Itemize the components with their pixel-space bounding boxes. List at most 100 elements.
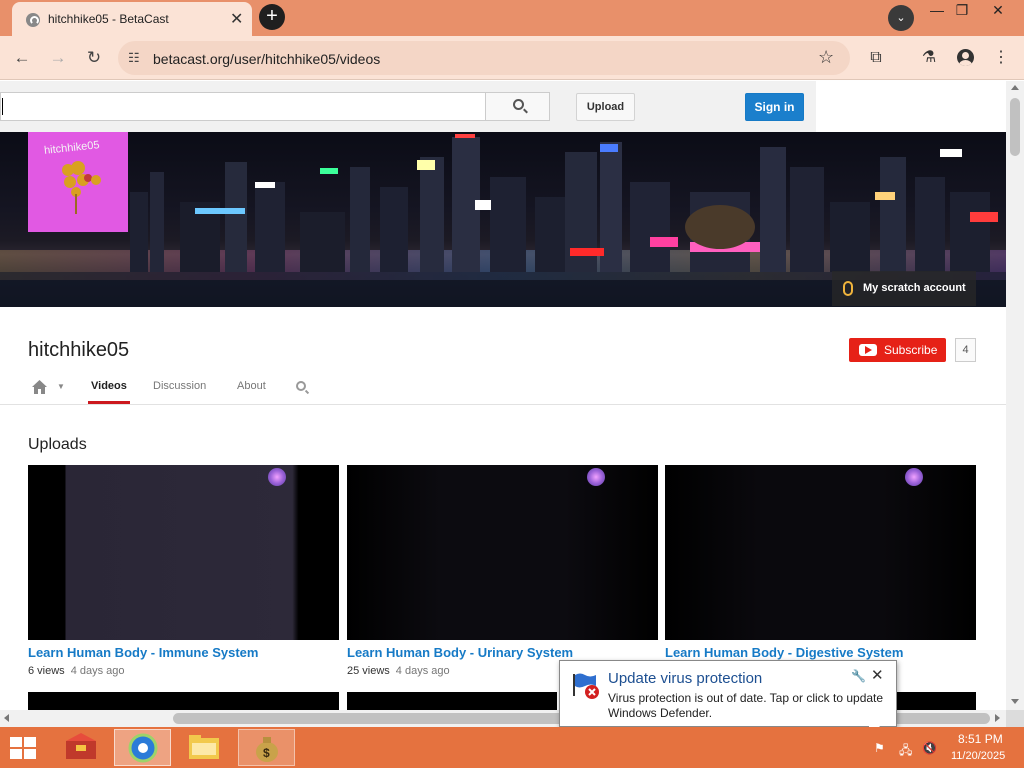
tab-discussion[interactable]: Discussion (153, 380, 206, 392)
video-meta: 25 views 4 days ago (347, 665, 450, 677)
profile-avatar-icon[interactable] (953, 46, 977, 70)
start-button[interactable] (10, 737, 38, 759)
home-icon (32, 380, 47, 394)
defender-notification[interactable]: Update virus protection Virus protection… (559, 660, 897, 741)
taskbar-app-browser[interactable] (114, 729, 171, 766)
browser-toolbar: ← → ↻ ☷ betacast.org/user/hitchhike05/vi… (0, 36, 1024, 80)
video-title-link[interactable]: Learn Human Body - Digestive System (665, 645, 903, 660)
network-icon[interactable]: 🖧 (899, 741, 913, 757)
tab-videos[interactable]: Videos (91, 380, 127, 392)
svg-text:$: $ (263, 746, 270, 760)
channel-search-icon[interactable] (296, 381, 306, 391)
text-caret (2, 98, 3, 115)
channel-title: hitchhike05 (28, 339, 130, 361)
scroll-left-arrow-icon[interactable] (4, 714, 9, 722)
video-thumbnail[interactable] (28, 465, 339, 640)
notification-body: Virus protection is out of date. Tap or … (608, 691, 884, 720)
reload-button[interactable]: ↻ (82, 46, 106, 70)
taskbar-app-file-explorer[interactable] (176, 729, 233, 766)
web-page: Upload Sign in hitchhike05 My scratch ac… (0, 81, 1006, 710)
search-button[interactable] (485, 92, 550, 121)
uploads-heading: Uploads (28, 436, 87, 453)
play-logo-icon (859, 344, 877, 356)
scratch-icon (843, 281, 853, 296)
scratch-link-label: My scratch account (863, 282, 966, 294)
vertical-scrollbar[interactable] (1006, 81, 1024, 710)
scrollbar-corner (1006, 710, 1024, 727)
taskbar: $ (0, 727, 1024, 768)
chevron-down-icon: ▼ (57, 382, 65, 391)
video-age: 4 days ago (70, 665, 125, 677)
action-center-flag-icon[interactable]: ⚑ (874, 741, 888, 755)
window-close-button[interactable]: ✕ (987, 2, 1009, 20)
browser-tab[interactable]: hitchhike05 - BetaCast ✕ (12, 2, 252, 36)
channel-tabs: ▼ Videos Discussion About (0, 367, 1006, 405)
video-title-link[interactable]: Learn Human Body - Immune System (28, 645, 258, 660)
volume-muted-icon[interactable]: 🔇 (922, 741, 937, 755)
video-card[interactable]: Learn Human Body - Digestive System (665, 465, 976, 685)
scroll-right-arrow-icon[interactable] (995, 714, 1000, 722)
watermark-badge-icon (587, 468, 605, 486)
search-icon (513, 99, 524, 110)
video-thumbnail[interactable] (347, 465, 658, 640)
video-views: 6 views (28, 665, 65, 677)
sign-in-button[interactable]: Sign in (745, 93, 804, 121)
video-age: 4 days ago (395, 665, 450, 677)
toolbox-icon (66, 733, 96, 759)
address-bar[interactable]: ☷ betacast.org/user/hitchhike05/videos ☆ (118, 41, 850, 75)
security-flag-icon (573, 673, 599, 699)
video-thumbnail[interactable] (665, 465, 976, 640)
browser-menu-icon[interactable]: ⋮ (989, 46, 1013, 70)
extensions-icon[interactable]: ⧉ (864, 46, 888, 70)
wrench-icon[interactable]: 🔧 (851, 669, 866, 683)
channel-avatar[interactable]: hitchhike05 (28, 132, 128, 232)
subscribe-label: Subscribe (884, 343, 938, 357)
upload-button[interactable]: Upload (576, 93, 635, 121)
scratch-account-link[interactable]: My scratch account (832, 271, 976, 306)
tab-close-icon[interactable]: ✕ (230, 9, 243, 29)
video-card[interactable]: Learn Human Body - Immune System 6 views… (28, 465, 339, 685)
watermark-badge-icon (268, 468, 286, 486)
video-meta: 6 views 4 days ago (28, 665, 125, 677)
browser-globe-icon (128, 733, 158, 763)
address-bar-url: betacast.org/user/hitchhike05/videos (153, 51, 381, 67)
avatar-drawing (62, 161, 101, 214)
masthead: Upload Sign in (0, 81, 816, 132)
subscribe-button[interactable]: Subscribe (849, 338, 946, 362)
folder-icon (189, 735, 219, 759)
tab-title: hitchhike05 - BetaCast (48, 12, 169, 26)
taskbar-app-toolbox[interactable] (52, 729, 109, 766)
window-restore-button[interactable]: ❐ (951, 2, 973, 20)
browser-tab-strip: hitchhike05 - BetaCast ✕ + ⌄ — ❐ ✕ (0, 0, 1024, 36)
back-button[interactable]: ← (10, 46, 34, 70)
tab-home[interactable]: ▼ (30, 378, 66, 396)
close-icon[interactable]: ✕ (871, 666, 884, 684)
video-title-link[interactable]: Learn Human Body - Urinary System (347, 645, 573, 660)
video-thumbnail[interactable] (28, 692, 339, 710)
video-views: 25 views (347, 665, 390, 677)
clock-time[interactable]: 8:51 PM (958, 732, 1003, 746)
video-card[interactable]: Learn Human Body - Urinary System 25 vie… (347, 465, 658, 685)
video-thumbnail[interactable] (347, 692, 557, 710)
active-tab-indicator (88, 401, 130, 404)
notification-title: Update virus protection (608, 670, 763, 687)
watermark-badge-icon (905, 468, 923, 486)
taskbar-app-money[interactable]: $ (238, 729, 295, 766)
site-info-icon[interactable]: ☷ (128, 50, 140, 66)
bookmark-star-icon[interactable]: ☆ (818, 47, 834, 68)
video-thumbnail[interactable] (897, 692, 976, 710)
window-minimize-button[interactable]: — (926, 2, 948, 20)
tab-about[interactable]: About (237, 380, 266, 392)
money-bag-icon: $ (256, 737, 278, 762)
new-tab-button[interactable]: + (259, 4, 285, 30)
scroll-down-arrow-icon[interactable] (1011, 699, 1019, 704)
search-input[interactable] (0, 92, 486, 121)
scroll-up-arrow-icon[interactable] (1011, 85, 1019, 90)
vertical-scroll-thumb[interactable] (1010, 98, 1020, 156)
clock-date[interactable]: 11/20/2025 (951, 750, 1005, 762)
forward-button[interactable]: → (46, 46, 70, 70)
labs-flask-icon[interactable]: ⚗ (917, 46, 941, 70)
subscriber-count: 4 (955, 338, 976, 362)
tab-search-button[interactable]: ⌄ (888, 5, 914, 31)
favicon-icon (26, 13, 40, 27)
